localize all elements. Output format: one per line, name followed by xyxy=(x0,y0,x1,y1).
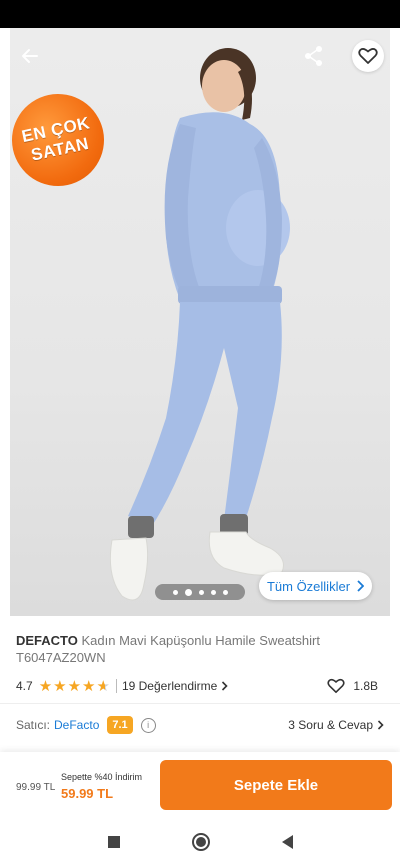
all-features-button[interactable]: Tüm Özellikler xyxy=(259,572,372,600)
questions-link[interactable]: 3 Soru & Cevap xyxy=(288,718,384,732)
cart-bar: 99.99 TL Sepette %40 İndirim 59.99 TL Se… xyxy=(0,752,400,818)
product-name: Kadın Mavi Kapüşonlu Hamile Sweatshirt xyxy=(81,633,320,648)
pager-dot[interactable] xyxy=(222,589,228,595)
star-icon: ★ xyxy=(82,677,96,695)
star-icon: ★ xyxy=(53,677,67,695)
seller-row: Satıcı: DeFacto 7.1 i 3 Soru & Cevap xyxy=(16,714,384,736)
star-rating: ★ ★ ★ ★ ★ xyxy=(39,679,110,694)
heart-icon xyxy=(358,48,378,64)
divider xyxy=(0,703,400,704)
product-brand[interactable]: DEFACTO xyxy=(16,633,78,648)
half-star-icon: ★ xyxy=(96,677,110,695)
favorite-button[interactable] xyxy=(352,40,384,72)
reviews-link[interactable]: 19 Değerlendirme xyxy=(122,679,228,693)
divider xyxy=(115,679,117,693)
seller-label: Satıcı: xyxy=(16,718,51,732)
seller-name-link[interactable]: DeFacto xyxy=(54,718,99,732)
campaign-label: Sepette %40 İndirim xyxy=(61,772,143,782)
chevron-right-icon xyxy=(357,580,365,592)
pager-dot[interactable] xyxy=(172,589,178,595)
heart-icon xyxy=(327,678,345,694)
status-bar xyxy=(0,0,400,28)
product-code: T6047AZ20WN xyxy=(16,650,106,665)
add-to-cart-button[interactable]: Sepete Ekle xyxy=(160,760,392,810)
star-icon: ★ xyxy=(67,677,82,695)
rating-score: 4.7 xyxy=(16,679,33,693)
star-icon: ★ xyxy=(38,677,53,695)
back-nav-icon[interactable] xyxy=(281,835,293,849)
product-title: DEFACTO Kadın Mavi Kapüşonlu Hamile Swea… xyxy=(16,632,386,666)
questions-label: 3 Soru & Cevap xyxy=(288,718,373,732)
pager-dot[interactable] xyxy=(198,589,204,595)
chevron-right-icon xyxy=(377,720,384,730)
chevron-right-icon xyxy=(222,681,228,691)
image-pager[interactable] xyxy=(155,584,245,600)
home-icon[interactable] xyxy=(191,833,210,851)
recents-icon[interactable] xyxy=(107,836,120,848)
back-button[interactable] xyxy=(14,40,46,72)
product-image-gallery[interactable]: EN ÇOK SATAN xyxy=(10,28,390,616)
rating-row: 4.7 ★ ★ ★ ★ ★ 19 Değerlendirme 1.8B xyxy=(16,676,384,696)
reviews-label: 19 Değerlendirme xyxy=(121,679,218,693)
share-button[interactable] xyxy=(298,40,330,72)
info-icon[interactable]: i xyxy=(140,717,156,733)
old-price: 99.99 TL xyxy=(16,782,56,793)
arrow-left-icon xyxy=(22,49,38,63)
new-price: 59.99 TL xyxy=(61,786,114,801)
favorite-count-value: 1.8B xyxy=(353,679,378,693)
all-features-label: Tüm Özellikler xyxy=(266,578,351,594)
add-to-cart-label: Sepete Ekle xyxy=(233,776,319,794)
pager-dot[interactable] xyxy=(210,589,216,595)
favorite-count[interactable]: 1.8B xyxy=(327,678,378,694)
seller-score-badge: 7.1 xyxy=(107,716,133,734)
pager-dot-active[interactable] xyxy=(184,588,192,596)
system-nav-bar xyxy=(0,818,400,866)
share-icon xyxy=(305,46,322,66)
